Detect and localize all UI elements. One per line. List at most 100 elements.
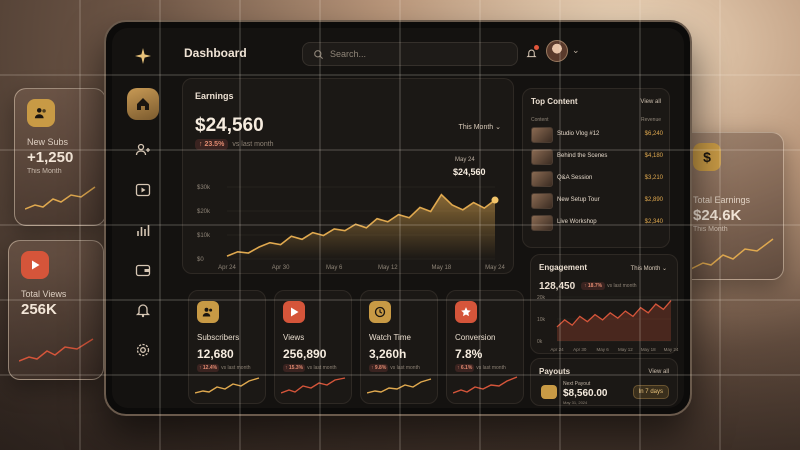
glass-sparkline xyxy=(19,338,94,362)
glass-value: $24.6K xyxy=(693,207,742,224)
list-item[interactable]: Live Workshop $2,340 xyxy=(531,215,663,233)
glass-card-new-subs: New Subs +1,250 This Month xyxy=(14,88,106,226)
stat-change: ↑ 9.8% vs last month xyxy=(369,364,420,372)
tablet-device: Dashboard Search... ⌄ Earnings $24,560 ↑… xyxy=(104,20,692,416)
col-header-revenue: Revenue xyxy=(640,117,661,123)
stat-sparkline xyxy=(281,377,346,394)
x-tick-label: May 6 xyxy=(326,265,343,271)
bar-chart-icon xyxy=(137,225,150,236)
dollar-icon: $ xyxy=(693,143,721,171)
list-item[interactable]: Behind the Scenes $4,180 xyxy=(531,149,663,167)
payout-date: May 31, 2024 xyxy=(563,400,588,405)
page-title: Dashboard xyxy=(184,46,247,60)
stat-value: 12,680 xyxy=(197,347,234,361)
video-thumbnail xyxy=(531,193,553,209)
bell-icon xyxy=(135,304,151,318)
stat-label: Views xyxy=(283,333,305,342)
stat-value: 256,890 xyxy=(283,347,327,361)
glass-label: Total Earnings xyxy=(693,195,751,205)
users-icon xyxy=(27,99,55,127)
search-icon xyxy=(314,49,324,59)
sidebar xyxy=(120,36,166,400)
notification-bell-icon[interactable] xyxy=(526,45,539,64)
x-tick-label: May 6 xyxy=(596,347,609,352)
chevron-down-icon[interactable]: ⌄ xyxy=(572,45,580,56)
stat-label: Subscribers xyxy=(197,333,240,342)
sidebar-item-audience[interactable] xyxy=(127,134,159,166)
x-tick-label: Apr 24 xyxy=(218,265,236,271)
earnings-chart: $30k $20k $10k $0 Apr 24 Apr 30 May 6 May 12 May… xyxy=(197,185,505,271)
stat-label: Watch Time xyxy=(369,333,411,342)
play-icon xyxy=(283,301,305,323)
stat-change: ↑ 6.1% vs last month xyxy=(455,364,506,372)
data-point xyxy=(491,196,499,204)
sidebar-item-wallet[interactable] xyxy=(127,254,159,286)
glass-sparkline xyxy=(691,238,774,270)
view-all-link[interactable]: View all xyxy=(648,369,669,375)
x-tick-label: May 18 xyxy=(641,347,656,352)
x-tick-label: Apr 24 xyxy=(550,347,564,352)
wallet-icon xyxy=(541,385,557,399)
engagement-card: Engagement This Month ⌄ 128,450 ↑ 18.7% v… xyxy=(530,254,679,354)
stat-card-conversion: Conversion 7.8% ↑ 6.1% vs last month xyxy=(446,290,524,404)
y-tick-label: 10k xyxy=(537,317,546,323)
x-tick-label: May 24 xyxy=(664,347,679,352)
video-thumbnail xyxy=(531,171,553,187)
glass-sparkline xyxy=(25,186,96,210)
search-input[interactable]: Search... xyxy=(302,42,518,66)
sidebar-item-content[interactable] xyxy=(127,174,159,206)
payouts-title: Payouts xyxy=(539,367,571,376)
payout-badge: In 7 days xyxy=(632,385,669,399)
video-thumbnail xyxy=(531,215,553,231)
wallet-icon xyxy=(135,264,151,277)
payout-amount: $8,560.00 xyxy=(563,388,608,399)
next-payout-label: Next Payout xyxy=(563,381,591,387)
top-content-title: Top Content xyxy=(531,97,578,106)
video-thumbnail xyxy=(531,149,553,165)
x-tick-label: Apr 30 xyxy=(573,347,587,352)
glass-label: New Subs xyxy=(27,137,69,147)
stat-change: ↑ 15.3% vs last month xyxy=(283,364,337,372)
y-tick-label: $30k xyxy=(197,185,211,191)
sidebar-item-analytics[interactable] xyxy=(127,214,159,246)
x-tick-label: May 24 xyxy=(485,265,505,271)
stat-card-watch-time: Watch Time 3,260h ↑ 9.8% vs last month xyxy=(360,290,438,404)
sparkle-icon[interactable] xyxy=(127,40,159,72)
stat-label: Conversion xyxy=(455,333,496,342)
glass-label: Total Views xyxy=(21,289,67,299)
y-tick-label: $10k xyxy=(197,233,211,239)
stat-value: 7.8% xyxy=(455,347,483,361)
stat-sparkline xyxy=(195,377,260,394)
play-icon xyxy=(21,251,49,279)
sidebar-item-notifications[interactable] xyxy=(127,294,159,326)
y-tick-label: $0 xyxy=(197,257,204,263)
list-item[interactable]: Studio Vlog #12 $6,240 xyxy=(531,127,663,145)
sidebar-item-home[interactable] xyxy=(127,88,159,120)
stat-change: ↑ 12.4% vs last month xyxy=(197,364,251,372)
stat-sparkline xyxy=(367,378,432,394)
sidebar-item-settings[interactable] xyxy=(127,334,159,366)
gear-icon xyxy=(136,343,150,357)
stat-card-subscribers: Subscribers 12,680 ↑ 12.4% vs last month xyxy=(188,290,266,404)
y-tick-label: 20k xyxy=(537,295,546,301)
stat-card-views: Views 256,890 ↑ 15.3% vs last month xyxy=(274,290,352,404)
top-content-card: Top Content View all Content Revenue Stu… xyxy=(522,88,670,248)
search-placeholder: Search... xyxy=(330,49,367,59)
x-tick-label: Apr 30 xyxy=(272,265,290,271)
engagement-chart: 20k 10k 0k Apr 24 Apr 30 May 6 May 12 May 18 May… xyxy=(537,295,679,352)
users-icon xyxy=(135,143,150,156)
list-item[interactable]: Q&A Session $3,210 xyxy=(531,171,663,189)
glass-sub: This Month xyxy=(27,168,62,175)
video-thumbnail xyxy=(531,127,553,143)
payouts-card: Payouts View all Next Payout $8,560.00 M… xyxy=(530,358,678,406)
glass-sub: This Month xyxy=(693,226,728,233)
home-icon xyxy=(137,98,149,110)
clock-icon xyxy=(369,301,391,323)
avatar[interactable] xyxy=(546,40,568,62)
view-all-link[interactable]: View all xyxy=(640,99,661,105)
col-header-content: Content xyxy=(531,117,549,123)
list-item[interactable]: New Setup Tour $2,890 xyxy=(531,193,663,211)
dashboard-screen: Dashboard Search... ⌄ Earnings $24,560 ↑… xyxy=(112,28,684,408)
x-tick-label: May 12 xyxy=(618,347,633,352)
x-tick-label: May 18 xyxy=(432,265,452,271)
